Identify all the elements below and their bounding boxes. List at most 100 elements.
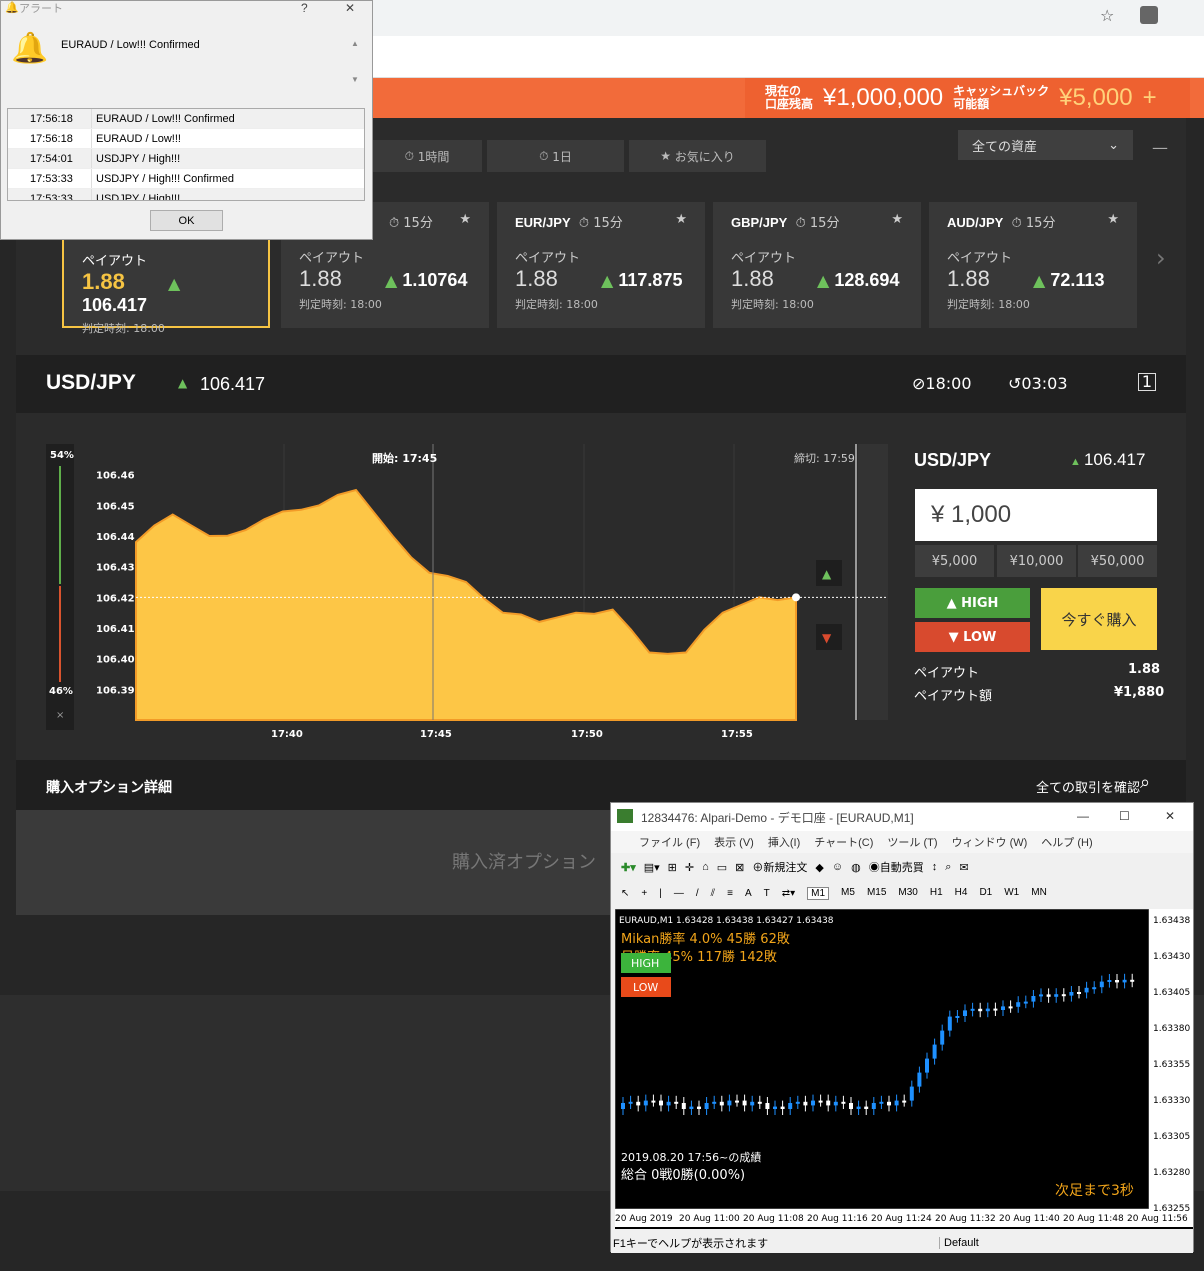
star-icon[interactable]: ☆ bbox=[1100, 6, 1114, 25]
high-button[interactable]: ▲ HIGH bbox=[915, 588, 1030, 618]
menu-chart[interactable]: チャート(C) bbox=[814, 834, 873, 850]
candle bbox=[1115, 980, 1119, 983]
list-item[interactable]: 17:54:01 USDJPY / High!!! bbox=[8, 149, 364, 169]
tab-1day[interactable]: ⏱ 1日 bbox=[487, 140, 624, 172]
text-icon[interactable]: A bbox=[745, 888, 752, 899]
quick-amount-50000[interactable]: ¥50,000 bbox=[1078, 545, 1157, 577]
candle bbox=[879, 1101, 884, 1104]
horizontal-line-icon[interactable]: — bbox=[674, 888, 684, 899]
user-icon[interactable]: ☺ bbox=[832, 861, 843, 873]
tester-icon[interactable]: ⊠ bbox=[735, 861, 744, 874]
chart-scale-icon[interactable]: ↕ bbox=[932, 861, 938, 873]
close-icon[interactable]: ✕ bbox=[345, 1, 355, 15]
label-icon[interactable]: T bbox=[764, 888, 770, 899]
tab-favorites[interactable]: ★ お気に入り bbox=[629, 140, 766, 172]
timeframe-h4[interactable]: H4 bbox=[955, 887, 968, 900]
asset-card[interactable]: EUR/JPY ⏱ 15分 ★ ペイアウト 1.88 ▲ 117.875 判定時刻:… bbox=[497, 202, 705, 328]
mt4-x-tick: 20 Aug 11:48 bbox=[1063, 1214, 1124, 1224]
new-order-button[interactable]: ⊕新規注文 bbox=[752, 859, 807, 875]
end-time: ⊘18:00 bbox=[912, 374, 972, 393]
crosshair-icon[interactable]: ✛ bbox=[685, 861, 694, 874]
timeframe-m30[interactable]: M30 bbox=[898, 887, 917, 900]
list-item[interactable]: 17:56:18 EURAUD / Low!!! Confirmed bbox=[8, 109, 364, 129]
buy-now-button[interactable]: 今すぐ購入 bbox=[1041, 588, 1157, 650]
new-chart-icon[interactable]: ✚▾ bbox=[621, 861, 636, 874]
menu-help[interactable]: ヘルプ (H) bbox=[1041, 834, 1092, 850]
alert-history-list[interactable]: 17:56:18 EURAUD / Low!!! Confirmed 17:56:… bbox=[7, 108, 365, 201]
session-result: 2019.08.20 17:56~の成績 bbox=[621, 1150, 761, 1164]
cursor-icon[interactable]: ↖ bbox=[621, 888, 629, 899]
timeframe-m5[interactable]: M5 bbox=[841, 887, 855, 900]
mt4-x-tick: 20 Aug 11:00 bbox=[679, 1214, 740, 1224]
menu-view[interactable]: 表示 (V) bbox=[714, 834, 754, 850]
timeframe-h1[interactable]: H1 bbox=[930, 887, 943, 900]
terminal-icon[interactable]: ▭ bbox=[717, 861, 727, 874]
all-trades-link[interactable]: 全ての取引を確認 bbox=[1036, 777, 1140, 796]
no-entry-icon: ⊘ bbox=[912, 374, 926, 393]
pct-low: 46% bbox=[49, 686, 73, 697]
globe-icon[interactable]: ◍ bbox=[851, 861, 861, 874]
chat-icon[interactable]: ✉ bbox=[959, 861, 968, 874]
channel-icon[interactable]: ⫽ bbox=[711, 888, 715, 899]
metaeditor-icon[interactable]: ◆ bbox=[815, 861, 823, 874]
plus-icon[interactable]: + bbox=[1143, 84, 1157, 112]
candle bbox=[909, 1086, 914, 1101]
low-button[interactable]: ▼ LOW bbox=[915, 622, 1030, 652]
search-icon[interactable]: ⌕ bbox=[945, 861, 951, 874]
list-item[interactable]: 17:53:33 USDJPY / High!!! Confirmed bbox=[8, 169, 364, 189]
quick-amount-5000[interactable]: ¥5,000 bbox=[915, 545, 994, 577]
fullscreen-icon[interactable]: 1 bbox=[1138, 373, 1156, 391]
menu-window[interactable]: ウィンドウ (W) bbox=[952, 834, 1028, 850]
profiles-icon[interactable]: ▤▾ bbox=[644, 861, 660, 874]
arrows-icon[interactable]: ⇄▾ bbox=[782, 888, 795, 899]
timeframe-mn[interactable]: MN bbox=[1031, 887, 1047, 900]
address-bar[interactable] bbox=[372, 2, 1127, 30]
asset-select[interactable]: 全ての資産 ⌄ bbox=[958, 130, 1133, 160]
tab-1hour[interactable]: ⏱ 1時間 bbox=[372, 140, 482, 172]
mt4-x-tick: 20 Aug 11:24 bbox=[871, 1214, 932, 1224]
timeframe-w1[interactable]: W1 bbox=[1004, 887, 1019, 900]
extension-icon[interactable] bbox=[1140, 6, 1158, 24]
asset-card[interactable]: AUD/JPY ⏱ 15分 ★ ペイアウト 1.88 ▲ 72.113 判定時刻: … bbox=[929, 202, 1137, 328]
menu-icon[interactable]: — bbox=[1152, 138, 1168, 157]
alert-dialog: 🔔 アラート ? ✕ 🔔 EURAUD / Low!!! Confirmed ▲ ▼… bbox=[0, 0, 373, 240]
x-tick-label: 17:50 bbox=[571, 729, 603, 740]
chevron-right-icon[interactable]: › bbox=[1156, 244, 1166, 272]
close-icon[interactable]: ✕ bbox=[1165, 809, 1175, 823]
minimize-icon[interactable]: — bbox=[1077, 809, 1089, 823]
close-icon[interactable]: × bbox=[56, 710, 64, 721]
search-icon[interactable]: ⌕ bbox=[1140, 772, 1150, 793]
candle bbox=[970, 1008, 975, 1011]
menu-file[interactable]: ファイル (F) bbox=[639, 834, 700, 850]
message-scrollbar[interactable]: ▲ ▼ bbox=[351, 39, 363, 97]
auto-trade-button[interactable]: ◉自動売買 bbox=[869, 859, 924, 875]
crosshair-icon[interactable]: + bbox=[641, 888, 647, 899]
mt4-x-tick: 20 Aug 11:40 bbox=[999, 1214, 1060, 1224]
list-item[interactable]: 17:56:18 EURAUD / Low!!! bbox=[8, 129, 364, 149]
timeframe-d1[interactable]: D1 bbox=[979, 887, 992, 900]
quick-amount-10000[interactable]: ¥10,000 bbox=[997, 545, 1076, 577]
payout-label: ペイアウト bbox=[914, 666, 980, 681]
side-price: 106.417 bbox=[1083, 450, 1146, 469]
stat-mikan: Mikan勝率 4.0% 45勝 62敗 bbox=[621, 931, 790, 947]
menu-tools[interactable]: ツール (T) bbox=[887, 834, 937, 850]
timeframe-m15[interactable]: M15 bbox=[867, 887, 886, 900]
y-tick-label: 106.39 bbox=[96, 685, 135, 696]
timeframe-m1[interactable]: M1 bbox=[807, 886, 830, 900]
navigator-icon[interactable]: ⌂ bbox=[702, 861, 709, 873]
maximize-icon[interactable]: ☐ bbox=[1119, 809, 1130, 823]
candle bbox=[841, 1101, 846, 1104]
bell-icon: 🔔 bbox=[11, 32, 49, 65]
vertical-line-icon[interactable]: | bbox=[659, 888, 662, 899]
ok-button[interactable]: OK bbox=[150, 210, 223, 231]
help-icon[interactable]: ? bbox=[301, 1, 308, 15]
fibonacci-icon[interactable]: ≡ bbox=[727, 888, 733, 899]
list-item[interactable]: 17:53:33 USDJPY / High!!! bbox=[8, 189, 364, 200]
menu-insert[interactable]: 挿入(I) bbox=[768, 834, 800, 850]
market-watch-icon[interactable]: ⊞ bbox=[668, 861, 677, 874]
star-icon: ★ bbox=[891, 212, 903, 227]
amount-input[interactable]: ¥ 1,000 bbox=[915, 489, 1157, 541]
trendline-icon[interactable]: / bbox=[696, 888, 699, 899]
candle bbox=[940, 1030, 945, 1045]
asset-card[interactable]: GBP/JPY ⏱ 15分 ★ ペイアウト 1.88 ▲ 128.694 判定時刻:… bbox=[713, 202, 921, 328]
